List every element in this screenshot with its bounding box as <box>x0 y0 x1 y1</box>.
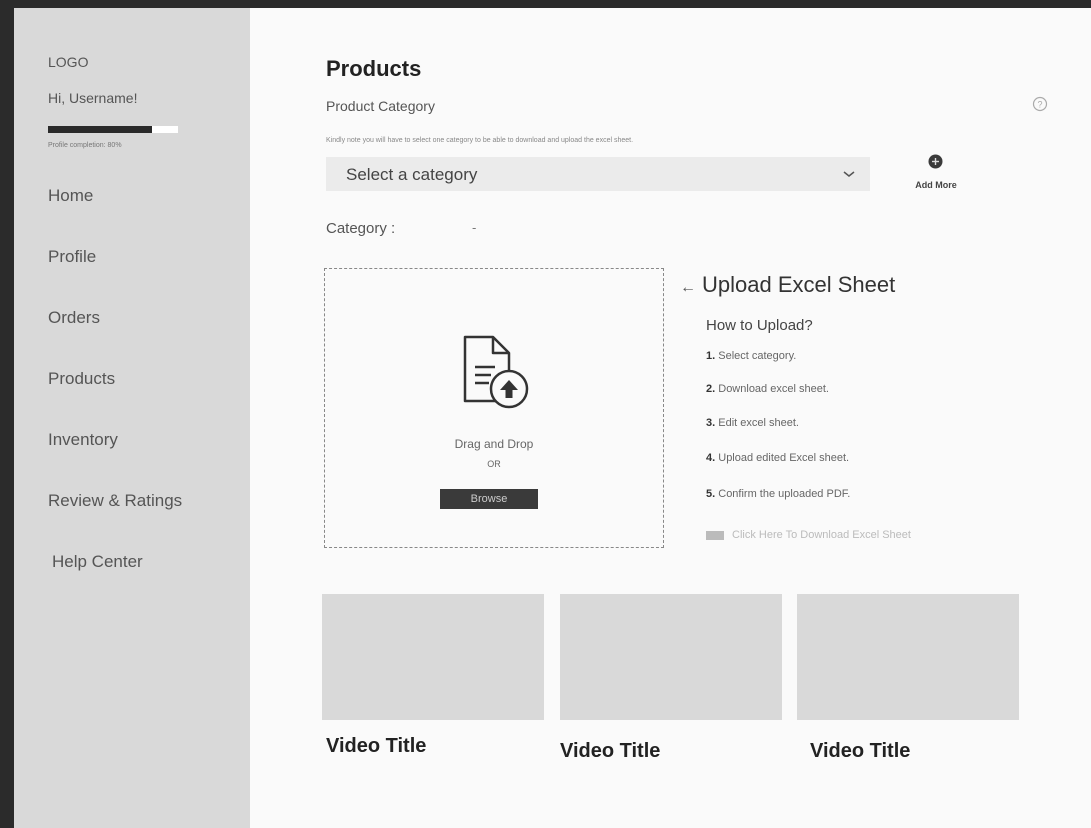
category-select-placeholder: Select a category <box>346 165 478 184</box>
upload-step: 5. Confirm the uploaded PDF. <box>706 488 851 500</box>
browse-button[interactable]: Browse <box>440 489 538 509</box>
or-text: OR <box>487 459 501 469</box>
help-circle-icon[interactable]: ? <box>1032 96 1048 112</box>
excel-file-icon <box>706 530 724 540</box>
sidebar-item-orders[interactable]: Orders <box>48 308 100 328</box>
file-dropzone[interactable]: Drag and Drop OR Browse <box>324 268 664 548</box>
download-excel-link[interactable]: Click Here To Download Excel Sheet <box>706 529 911 541</box>
upload-step: 3. Edit excel sheet. <box>706 417 799 429</box>
add-more-button[interactable]: Add More <box>900 152 972 198</box>
file-upload-icon <box>463 335 529 409</box>
video-title[interactable]: Video Title <box>810 740 910 763</box>
sidebar: LOGO Hi, Username! Profile completion: 8… <box>14 8 250 828</box>
category-value: - <box>472 220 477 235</box>
logo: LOGO <box>48 54 89 70</box>
sidebar-item-reviews[interactable]: Review & Ratings <box>48 491 182 511</box>
category-note: Kindly note you will have to select one … <box>326 137 634 144</box>
chevron-down-icon <box>843 171 855 177</box>
drag-drop-text: Drag and Drop <box>454 437 534 451</box>
how-to-upload-heading: How to Upload? <box>706 317 813 334</box>
upload-step: 1. Select category. <box>706 350 797 362</box>
sidebar-item-help-center[interactable]: Help Center <box>52 552 143 572</box>
sidebar-item-home[interactable]: Home <box>48 186 93 206</box>
video-title[interactable]: Video Title <box>326 735 426 758</box>
product-category-heading: Product Category <box>326 98 435 114</box>
app-frame: LOGO Hi, Username! Profile completion: 8… <box>14 8 1091 828</box>
plus-circle-icon <box>928 154 943 169</box>
sidebar-item-inventory[interactable]: Inventory <box>48 430 118 450</box>
video-thumbnail[interactable] <box>560 594 782 720</box>
profile-completion-text: Profile completion: 80% <box>48 142 122 149</box>
page-title: Products <box>326 56 422 81</box>
video-thumbnail[interactable] <box>322 594 544 720</box>
sidebar-item-profile[interactable]: Profile <box>48 247 96 267</box>
upload-title-row: ← Upload Excel Sheet <box>680 272 895 298</box>
sidebar-item-products[interactable]: Products <box>48 369 115 389</box>
user-greeting: Hi, Username! <box>48 90 138 106</box>
main-content: Products Product Category ? Kindly note … <box>250 8 1091 828</box>
upload-title: Upload Excel Sheet <box>702 272 896 297</box>
arrow-left-icon: ← <box>680 279 696 296</box>
category-select[interactable]: Select a category <box>326 157 870 191</box>
profile-completion-bar <box>48 126 178 133</box>
video-title[interactable]: Video Title <box>560 740 660 763</box>
upload-step: 2. Download excel sheet. <box>706 383 829 395</box>
add-more-label: Add More <box>915 180 957 190</box>
video-thumbnail[interactable] <box>797 594 1019 720</box>
category-label: Category : <box>326 220 396 237</box>
download-excel-label: Click Here To Download Excel Sheet <box>732 529 911 541</box>
svg-text:?: ? <box>1037 100 1042 110</box>
profile-completion-fill <box>48 126 152 133</box>
upload-step: 4. Upload edited Excel sheet. <box>706 452 850 464</box>
